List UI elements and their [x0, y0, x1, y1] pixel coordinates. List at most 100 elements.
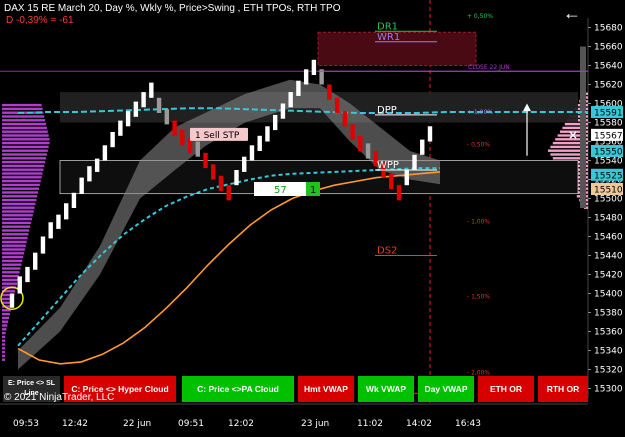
y-tick-label: 15680: [594, 24, 623, 34]
level-label: DPP: [377, 105, 397, 116]
price-bar: [172, 120, 177, 136]
eth-tpo-row: [2, 176, 42, 179]
level-label: WPP: [377, 160, 399, 171]
chart-area[interactable]: DR1WR1DPPWPPDS2DS3CLOSE 22 JUN+ 0,50%+ 1…: [0, 0, 625, 432]
price-bar: [396, 185, 402, 201]
price-bar: [156, 97, 162, 113]
eth-tpo-row: [2, 183, 40, 187]
price-chart[interactable]: DR1WR1DPPWPPDS2DS3CLOSE 22 JUN+ 0,50%+ 1…: [0, 0, 625, 432]
y-tick-label: 15420: [594, 271, 623, 281]
price-tag-label: 15550: [594, 148, 623, 158]
level-label: DS2: [377, 246, 397, 257]
eth-tpo-row: [2, 168, 44, 171]
sell-stop-order-label: 1 Sell STP: [195, 131, 240, 141]
y-tick-label: 15400: [594, 290, 623, 300]
toolbar-button[interactable]: Day VWAP: [418, 376, 474, 402]
price-bar: [288, 92, 293, 108]
price-bar: [280, 103, 286, 119]
toolbar-button[interactable]: RTH OR: [538, 376, 588, 402]
x-tick-label: 11:02: [357, 419, 383, 429]
price-bar: [180, 130, 185, 146]
price-bar: [296, 80, 301, 96]
x-tick-label: 22 jun: [123, 419, 151, 429]
price-bar: [350, 124, 355, 140]
price-bar: [412, 154, 417, 170]
daily-change: D -0,39% = -61: [6, 15, 74, 26]
price-tag-label: 15591: [594, 109, 623, 119]
eth-tpo-row: [2, 164, 45, 168]
orange-moving-average: [17, 171, 441, 365]
y-tick-label: 15460: [594, 233, 623, 243]
eth-tpo-row: [2, 324, 8, 327]
y-tick-label: 15660: [594, 43, 623, 53]
eth-tpo-row: [2, 130, 48, 133]
eth-tpo-row: [2, 195, 38, 198]
price-bar: [9, 293, 15, 308]
y-tick-label: 15640: [594, 62, 623, 72]
price-bar: [334, 97, 340, 113]
price-bar: [257, 135, 262, 151]
level-label: WR1: [377, 32, 400, 43]
eth-tpo-row: [2, 206, 35, 209]
price-bar: [25, 266, 30, 283]
eth-tpo-row: [2, 103, 42, 107]
price-bar: [427, 126, 433, 142]
back-arrow-icon[interactable]: ←: [563, 3, 581, 24]
eth-tpo-row: [2, 282, 17, 285]
eth-tpo-row: [2, 316, 10, 320]
price-cloud: [18, 79, 440, 370]
price-bar: [211, 164, 216, 180]
eth-tpo-row: [2, 149, 48, 152]
price-bar: [79, 177, 84, 194]
eth-tpo-row: [2, 122, 47, 126]
level-label: DR1: [377, 21, 398, 32]
price-bar: [389, 173, 394, 189]
eth-tpo-row: [2, 339, 5, 342]
price-bar: [404, 170, 409, 186]
toolbar-button[interactable]: Hmt VWAP: [298, 376, 354, 402]
price-bar: [358, 135, 363, 151]
eth-tpo-row: [2, 343, 5, 346]
toolbar-button[interactable]: C: Price <>PA Cloud: [182, 376, 294, 402]
y-tick-label: 15620: [594, 81, 623, 91]
price-bar: [365, 143, 371, 159]
eth-tpo-row: [2, 358, 5, 361]
eth-tpo-row: [2, 335, 5, 339]
price-tag-label: 15525: [594, 171, 623, 181]
y-tick-label: 15480: [594, 214, 623, 224]
price-tag-label: 15567: [594, 131, 623, 141]
y-tick-label: 15380: [594, 309, 623, 319]
price-tag-label: 15510: [594, 186, 623, 196]
price-bar: [94, 158, 100, 172]
eth-tpo-row: [2, 221, 32, 225]
toolbar-button[interactable]: ETH OR: [478, 376, 534, 402]
x-tick-label: 09:53: [13, 419, 39, 429]
price-bar: [149, 82, 154, 98]
eth-tpo-row: [2, 278, 18, 282]
eth-tpo-row: [2, 202, 36, 206]
order-count-label: 1: [310, 185, 316, 196]
price-bar: [234, 170, 239, 186]
y-tick-label: 15320: [594, 366, 623, 376]
y-tick-label: 15500: [594, 195, 623, 205]
eth-tpo-row: [2, 157, 47, 160]
price-bar: [242, 156, 247, 172]
price-bar: [125, 111, 131, 127]
eth-tpo-row: [2, 236, 28, 240]
eth-tpo-row: [2, 145, 49, 149]
price-bar: [48, 222, 53, 239]
price-bar: [87, 166, 92, 182]
price-bar: [218, 175, 224, 191]
y-tick-label: 15540: [594, 157, 623, 167]
price-bar: [272, 114, 278, 131]
eth-tpo-row: [2, 138, 50, 141]
price-bar: [164, 109, 170, 125]
y-tick-label: 15300: [594, 385, 623, 395]
x-tick-label: 23 jun: [301, 419, 329, 429]
eth-tpo-row: [2, 259, 23, 263]
price-bar: [226, 185, 231, 201]
toolbar-button[interactable]: Wk VWAP: [358, 376, 414, 402]
eth-tpo-row: [2, 229, 30, 232]
price-bar: [420, 139, 425, 155]
eth-tpo-row: [2, 233, 29, 236]
